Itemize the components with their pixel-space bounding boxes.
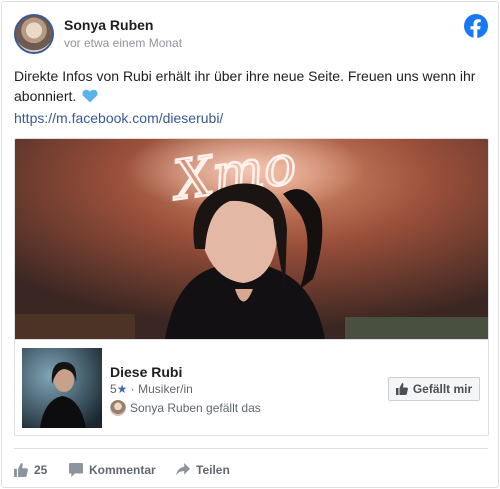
post-link[interactable]: https://m.facebook.com/dieserubi/: [14, 110, 223, 126]
friend-avatar: [110, 400, 126, 416]
page-category: Musiker/in: [138, 382, 193, 396]
comment-icon: [69, 463, 83, 477]
share-action[interactable]: Teilen: [176, 463, 230, 477]
post-timestamp[interactable]: vor etwa einem Monat: [64, 36, 182, 50]
comment-label: Kommentar: [89, 463, 156, 477]
page-rating-value: 5: [110, 382, 117, 396]
facebook-post-embed: Sonya Ruben vor etwa einem Monat Direkte…: [1, 1, 499, 488]
post-header: Sonya Ruben vor etwa einem Monat: [14, 14, 488, 56]
like-page-button-label: Gefällt mir: [412, 382, 473, 396]
post-actions-bar: 25 Kommentar Teilen: [14, 448, 488, 488]
star-icon: ★: [116, 382, 128, 396]
thumbs-up-icon: [395, 383, 408, 395]
page-preview-card[interactable]: Xmo Diese Rubi 5★ · Musiker/in Sonya Rub…: [14, 138, 489, 436]
thumbs-up-icon: [14, 463, 28, 477]
share-label: Teilen: [196, 463, 230, 477]
author-name[interactable]: Sonya Ruben: [64, 17, 153, 33]
page-cover-photo[interactable]: Xmo: [15, 139, 488, 339]
page-rating-line: 5★ · Musiker/in: [110, 382, 193, 396]
page-info-bar: Diese Rubi 5★ · Musiker/in Sonya Ruben g…: [15, 339, 488, 435]
like-count: 25: [34, 463, 48, 477]
blue-heart-icon: [82, 89, 98, 103]
post-text: Direkte Infos von Rubi erhält ihr über i…: [14, 66, 490, 106]
like-action[interactable]: 25: [14, 463, 47, 477]
page-profile-picture[interactable]: [22, 348, 102, 428]
share-icon: [176, 463, 190, 476]
cover-photo-image: Xmo: [15, 139, 488, 339]
friend-like-text: Sonya Ruben gefällt das: [130, 401, 261, 415]
friend-like-line: Sonya Ruben gefällt das: [110, 400, 261, 416]
page-name[interactable]: Diese Rubi: [110, 364, 182, 380]
comment-action[interactable]: Kommentar: [69, 463, 156, 477]
facebook-logo-icon[interactable]: [464, 14, 488, 38]
author-avatar[interactable]: [14, 14, 54, 54]
profile-picture-image: [22, 348, 102, 428]
like-page-button[interactable]: Gefällt mir: [388, 377, 480, 401]
